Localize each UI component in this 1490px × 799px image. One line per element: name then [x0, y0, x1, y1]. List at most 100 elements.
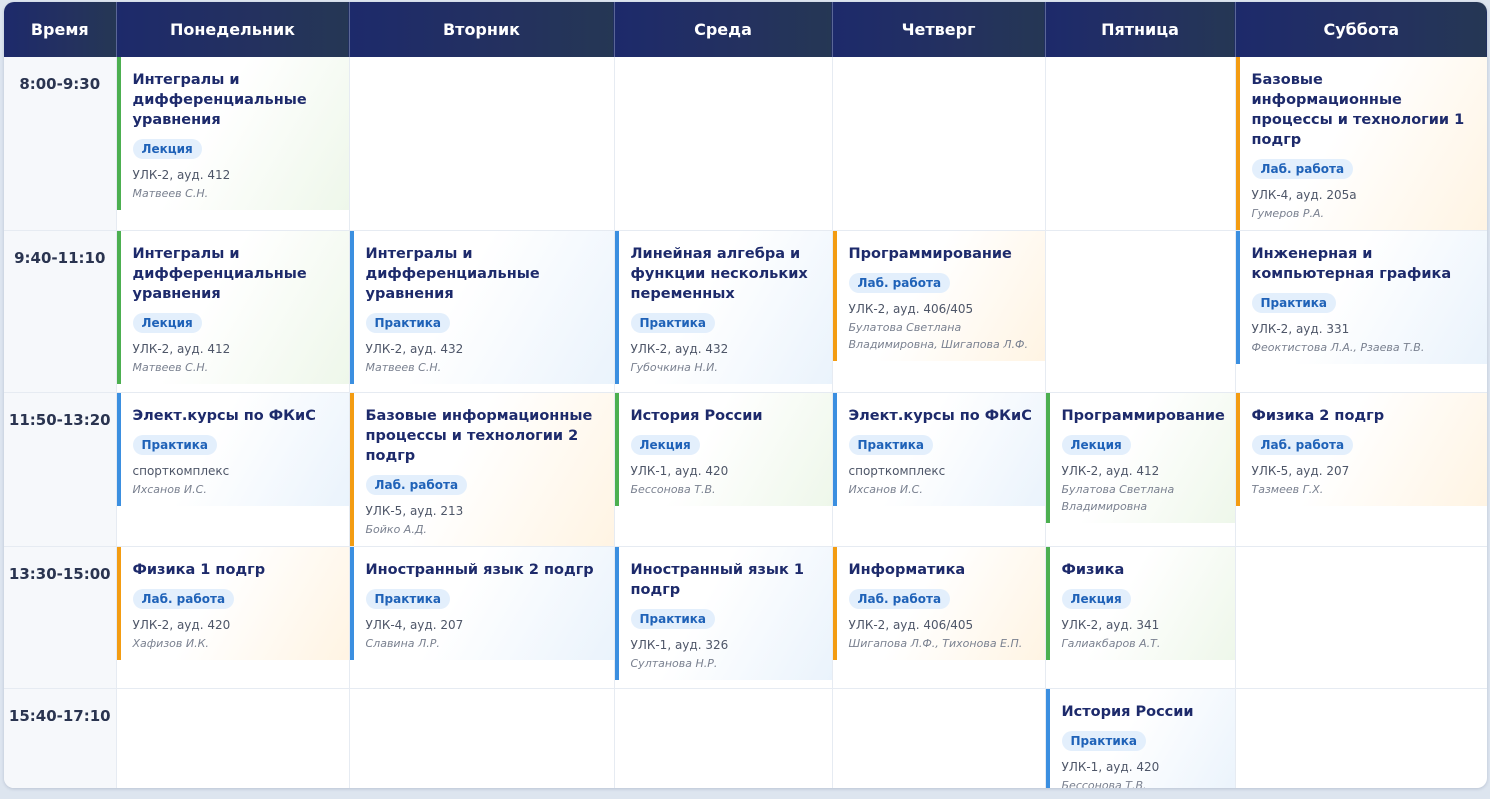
schedule-cell-friday: История России Практика УЛК-1, ауд. 420 Бес…	[1045, 688, 1236, 788]
lesson-card[interactable]: Иностранный язык 1 подгр Практика УЛК-1, а…	[614, 547, 832, 680]
lesson-card[interactable]: История России Лекция УЛК-1, ауд. 420 Бессо…	[614, 393, 832, 506]
lesson-type-badge: Лекция	[630, 435, 700, 455]
lesson-card[interactable]: Элект.курсы по ФКиС Практика спорткомплекс…	[832, 393, 1045, 506]
lesson-type-badge: Лаб. работа	[132, 589, 235, 609]
lesson-card[interactable]: История России Практика УЛК-1, ауд. 420 Бес…	[1045, 689, 1235, 788]
lesson-room: спорткомплекс	[132, 464, 230, 478]
lesson-card[interactable]: Программирование Лекция УЛК-2, ауд. 412 Бул…	[1045, 393, 1235, 523]
lesson-card[interactable]: Физика 1 подгр Лаб. работа УЛК-2, ауд. 420…	[116, 547, 349, 660]
schedule-cell-saturday: Физика 2 подгр Лаб. работа УЛК-5, ауд. 207…	[1235, 392, 1487, 547]
lesson-teacher: Матвеев С.Н.	[132, 187, 209, 200]
schedule-cell-thursday: Элект.курсы по ФКиС Практика спорткомплекс…	[832, 392, 1046, 547]
lesson-type-badge: Лаб. работа	[848, 273, 951, 293]
lesson-teacher: Бессонова Т.В.	[1061, 779, 1147, 788]
lesson-type-badge: Лекция	[1061, 589, 1131, 609]
lesson-card[interactable]: Иностранный язык 2 подгр Практика УЛК-4, а…	[349, 547, 614, 660]
time-slot-label: 9:40-11:10	[4, 230, 117, 393]
lesson-subject: Интегралы и дифференциальные уравнения	[132, 72, 307, 128]
header-day-saturday: Суббота	[1235, 2, 1487, 57]
schedule-body: 8:00-9:30 Интегралы и дифференциальные ур…	[4, 57, 1487, 788]
lesson-room: УЛК-2, ауд. 406/405	[848, 302, 974, 316]
lesson-teacher: Бессонова Т.В.	[630, 483, 716, 496]
lesson-room: УЛК-5, ауд. 213	[365, 504, 464, 518]
lesson-subject: Инженерная и компьютерная графика	[1251, 246, 1452, 282]
lesson-type-badge: Лаб. работа	[1251, 159, 1354, 179]
lesson-room: УЛК-1, ауд. 420	[630, 464, 729, 478]
lesson-card[interactable]: Базовые информационные процессы и технол…	[1235, 57, 1487, 230]
schedule-cell-friday: Программирование Лекция УЛК-2, ауд. 412 Бул…	[1045, 392, 1236, 547]
header-day-tuesday: Вторник	[349, 2, 615, 57]
schedule-cell-tuesday: Интегралы и дифференциальные уравнения Пр…	[349, 230, 615, 393]
lesson-card[interactable]: Базовые информационные процессы и технол…	[349, 393, 614, 546]
lesson-room: УЛК-2, ауд. 432	[630, 342, 729, 356]
lesson-subject: История России	[630, 408, 763, 424]
lesson-type-badge: Лаб. работа	[848, 589, 951, 609]
lesson-type-badge: Практика	[365, 313, 450, 333]
lesson-card[interactable]: Интегралы и дифференциальные уравнения Пр…	[349, 231, 614, 384]
lesson-teacher: Бойко А.Д.	[365, 523, 427, 536]
header-day-thursday: Четверг	[832, 2, 1046, 57]
lesson-teacher: Ихсанов И.С.	[132, 483, 207, 496]
time-slot-row: 8:00-9:30 Интегралы и дифференциальные ур…	[4, 57, 1487, 231]
lesson-type-badge: Лекция	[1061, 435, 1131, 455]
schedule-cell-saturday: Базовые информационные процессы и технол…	[1235, 57, 1487, 231]
lesson-card[interactable]: Линейная алгебра и функции нескольких пе…	[614, 231, 832, 384]
lesson-teacher: Гумеров Р.А.	[1251, 207, 1325, 220]
lesson-card[interactable]: Физика 2 подгр Лаб. работа УЛК-5, ауд. 207…	[1235, 393, 1487, 506]
lesson-card[interactable]: Программирование Лаб. работа УЛК-2, ауд. 4…	[832, 231, 1045, 361]
lesson-type-badge: Практика	[630, 609, 715, 629]
lesson-teacher: Матвеев С.Н.	[365, 361, 442, 374]
time-slot-row: 13:30-15:00 Физика 1 подгр Лаб. работа УЛК-…	[4, 546, 1487, 689]
header-day-wednesday: Среда	[614, 2, 833, 57]
lesson-type-badge: Лаб. работа	[1251, 435, 1354, 455]
schedule-cell-monday: Интегралы и дифференциальные уравнения Ле…	[116, 57, 350, 231]
schedule-cell-monday	[116, 688, 350, 788]
schedule-cell-saturday	[1235, 689, 1487, 789]
header-time: Время	[4, 2, 117, 57]
schedule-cell-wednesday: История России Лекция УЛК-1, ауд. 420 Бессо…	[614, 392, 833, 547]
lesson-card[interactable]: Инженерная и компьютерная графика Практик…	[1235, 231, 1487, 364]
lesson-card[interactable]: Физика Лекция УЛК-2, ауд. 341 Галиакбаров А…	[1045, 547, 1235, 660]
schedule-cell-wednesday	[614, 688, 833, 788]
schedule-cell-friday: Физика Лекция УЛК-2, ауд. 341 Галиакбаров А…	[1045, 546, 1236, 689]
lesson-subject: История России	[1061, 704, 1194, 720]
schedule-cell-tuesday: Иностранный язык 2 подгр Практика УЛК-4, а…	[349, 546, 615, 689]
schedule-cell-thursday	[832, 57, 1046, 231]
lesson-subject: Элект.курсы по ФКиС	[848, 408, 1032, 424]
lesson-card[interactable]: Элект.курсы по ФКиС Практика спорткомплекс…	[116, 393, 349, 506]
lesson-card[interactable]: Информатика Лаб. работа УЛК-2, ауд. 406/40…	[832, 547, 1045, 660]
header-day-monday: Понедельник	[116, 2, 350, 57]
lesson-teacher: Хафизов И.К.	[132, 637, 209, 650]
lesson-room: УЛК-2, ауд. 412	[1061, 464, 1160, 478]
lesson-subject: Информатика	[848, 562, 966, 578]
schedule-cell-tuesday	[349, 57, 615, 231]
lesson-card[interactable]: Интегралы и дифференциальные уравнения Ле…	[116, 231, 349, 384]
time-slot-row: 11:50-13:20 Элект.курсы по ФКиС Практика сп…	[4, 392, 1487, 547]
schedule-cell-thursday	[832, 688, 1046, 788]
schedule-table: Время Понедельник Вторник Среда Четверг …	[4, 2, 1487, 788]
lesson-subject: Иностранный язык 2 подгр	[365, 562, 594, 578]
schedule-cell-tuesday	[349, 688, 615, 788]
lesson-teacher: Шигапова Л.Ф., Тихонова Е.П.	[848, 637, 1023, 650]
lesson-room: УЛК-2, ауд. 331	[1251, 322, 1350, 336]
schedule-cell-friday	[1045, 230, 1236, 393]
schedule-cell-thursday: Программирование Лаб. работа УЛК-2, ауд. 4…	[832, 230, 1046, 393]
lesson-room: УЛК-2, ауд. 412	[132, 168, 231, 182]
lesson-teacher: Славина Л.Р.	[365, 637, 440, 650]
schedule-cell-wednesday: Линейная алгебра и функции нескольких пе…	[614, 230, 833, 393]
schedule-container: Время Понедельник Вторник Среда Четверг …	[4, 2, 1487, 788]
lesson-type-badge: Лекция	[132, 313, 202, 333]
lesson-room: УЛК-4, ауд. 207	[365, 618, 464, 632]
lesson-subject: Базовые информационные процессы и технол…	[1251, 72, 1465, 148]
header-row: Время Понедельник Вторник Среда Четверг …	[4, 2, 1487, 57]
time-slot-row: 9:40-11:10 Интегралы и дифференциальные у…	[4, 230, 1487, 393]
lesson-teacher: Ихсанов И.С.	[848, 483, 923, 496]
lesson-room: УЛК-4, ауд. 205а	[1251, 188, 1357, 202]
time-slot-row: 15:40-17:10 История России Практика УЛК-1, …	[4, 688, 1487, 789]
lesson-type-badge: Практика	[1061, 731, 1146, 751]
lesson-subject: Элект.курсы по ФКиС	[132, 408, 316, 424]
lesson-card[interactable]: Интегралы и дифференциальные уравнения Ле…	[116, 57, 349, 210]
schedule-cell-wednesday	[614, 57, 833, 231]
schedule-cell-saturday: Инженерная и компьютерная графика Практик…	[1235, 230, 1487, 393]
time-slot-label: 15:40-17:10	[4, 688, 117, 788]
